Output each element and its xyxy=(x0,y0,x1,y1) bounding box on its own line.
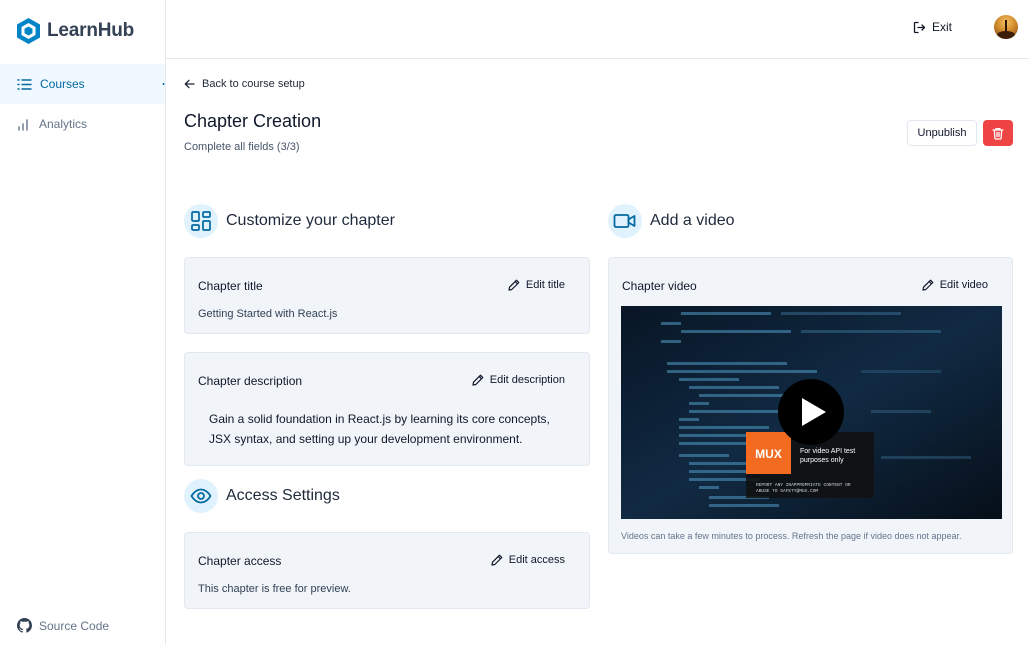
exit-button[interactable]: Exit xyxy=(913,20,952,34)
card-label: Chapter description xyxy=(198,374,303,388)
card-label: Chapter access xyxy=(198,554,282,568)
chapter-video-card: Chapter video Edit video MUX For video A… xyxy=(608,257,1013,554)
sidebar-item-analytics[interactable]: Analytics xyxy=(0,104,165,144)
pencil-icon xyxy=(472,374,484,386)
back-label: Back to course setup xyxy=(202,78,305,90)
section-title: Access Settings xyxy=(226,487,340,504)
sidebar-item-label: Courses xyxy=(40,77,85,91)
sidebar-item-courses[interactable]: Courses xyxy=(0,64,165,104)
github-icon xyxy=(17,618,32,633)
action-label: Edit description xyxy=(489,374,565,386)
chapter-description-card: Chapter description Edit description Gai… xyxy=(184,352,590,466)
svg-text:ABUSE TO SAFETY@MUX.COM: ABUSE TO SAFETY@MUX.COM xyxy=(756,488,818,494)
pencil-icon xyxy=(922,279,934,291)
svg-text:For video API test: For video API test xyxy=(800,448,855,455)
edit-description-button[interactable]: Edit description xyxy=(472,374,565,386)
pencil-icon xyxy=(508,279,520,291)
customize-section-header: Customize your chapter xyxy=(184,204,395,238)
unpublish-button[interactable]: Unpublish xyxy=(907,120,977,146)
action-label: Edit video xyxy=(939,279,988,291)
video-thumbnail: MUX For video API test purposes only REP… xyxy=(621,306,1002,519)
source-code-label: Source Code xyxy=(39,618,110,633)
log-out-icon xyxy=(913,21,926,33)
layout-dashboard-icon xyxy=(191,211,211,231)
icon-bubble xyxy=(184,479,218,513)
video-player[interactable]: MUX For video API test purposes only REP… xyxy=(621,306,1002,519)
edit-title-button[interactable]: Edit title xyxy=(508,279,565,291)
chapter-title-value: Getting Started with React.js xyxy=(198,308,338,320)
logo[interactable]: LearnHub xyxy=(16,17,134,45)
chapter-access-card: Chapter access Edit access This chapter … xyxy=(184,532,590,609)
active-indicator xyxy=(162,73,165,95)
play-button-icon xyxy=(778,379,844,445)
action-label: Edit access xyxy=(508,554,565,566)
video-icon xyxy=(613,214,636,228)
access-section-header: Access Settings xyxy=(184,479,340,513)
action-label: Edit title xyxy=(525,279,565,291)
sidebar-item-label: Analytics xyxy=(39,117,88,131)
source-code-link[interactable]: Source Code xyxy=(17,618,109,633)
eye-icon xyxy=(190,488,212,504)
chapter-description-value: Gain a solid foundation in React.js by l… xyxy=(209,412,550,446)
trash-icon xyxy=(992,127,1004,140)
video-processing-note: Videos can take a few minutes to process… xyxy=(621,531,962,541)
chapter-title-card: Chapter title Edit title Getting Started… xyxy=(184,257,590,334)
logo-icon xyxy=(17,18,40,44)
video-section-header: Add a video xyxy=(608,204,735,238)
svg-text:purposes only: purposes only xyxy=(800,457,844,464)
list-icon xyxy=(17,78,32,90)
delete-button[interactable] xyxy=(983,120,1013,146)
card-label: Chapter video xyxy=(622,279,697,293)
avatar[interactable] xyxy=(994,15,1018,39)
completion-status: Complete all fields (3/3) xyxy=(184,141,300,153)
page-title: Chapter Creation xyxy=(184,111,322,131)
edit-access-button[interactable]: Edit access xyxy=(491,554,565,566)
edit-video-button[interactable]: Edit video xyxy=(922,279,988,291)
exit-label: Exit xyxy=(931,20,952,34)
icon-bubble xyxy=(184,204,218,238)
svg-text:MUX: MUX xyxy=(755,447,782,461)
top-bar: Exit xyxy=(166,0,1029,59)
logo-text: LearnHub xyxy=(47,20,135,41)
pencil-icon xyxy=(491,554,503,566)
bar-chart-icon xyxy=(18,118,28,131)
svg-text:REPORT ANY INAPPROPRIATE CONTE: REPORT ANY INAPPROPRIATE CONTENT OR xyxy=(756,482,851,488)
chapter-access-value: This chapter is free for preview. xyxy=(198,583,351,595)
arrow-left-icon xyxy=(184,79,195,89)
back-to-course-setup-link[interactable]: Back to course setup xyxy=(184,78,305,90)
section-title: Customize your chapter xyxy=(226,212,395,229)
card-label: Chapter title xyxy=(198,279,263,293)
avatar-image xyxy=(997,20,1015,39)
sidebar: LearnHub Courses Analytics Source Code xyxy=(0,0,166,645)
icon-bubble xyxy=(608,204,642,238)
section-title: Add a video xyxy=(650,212,735,229)
